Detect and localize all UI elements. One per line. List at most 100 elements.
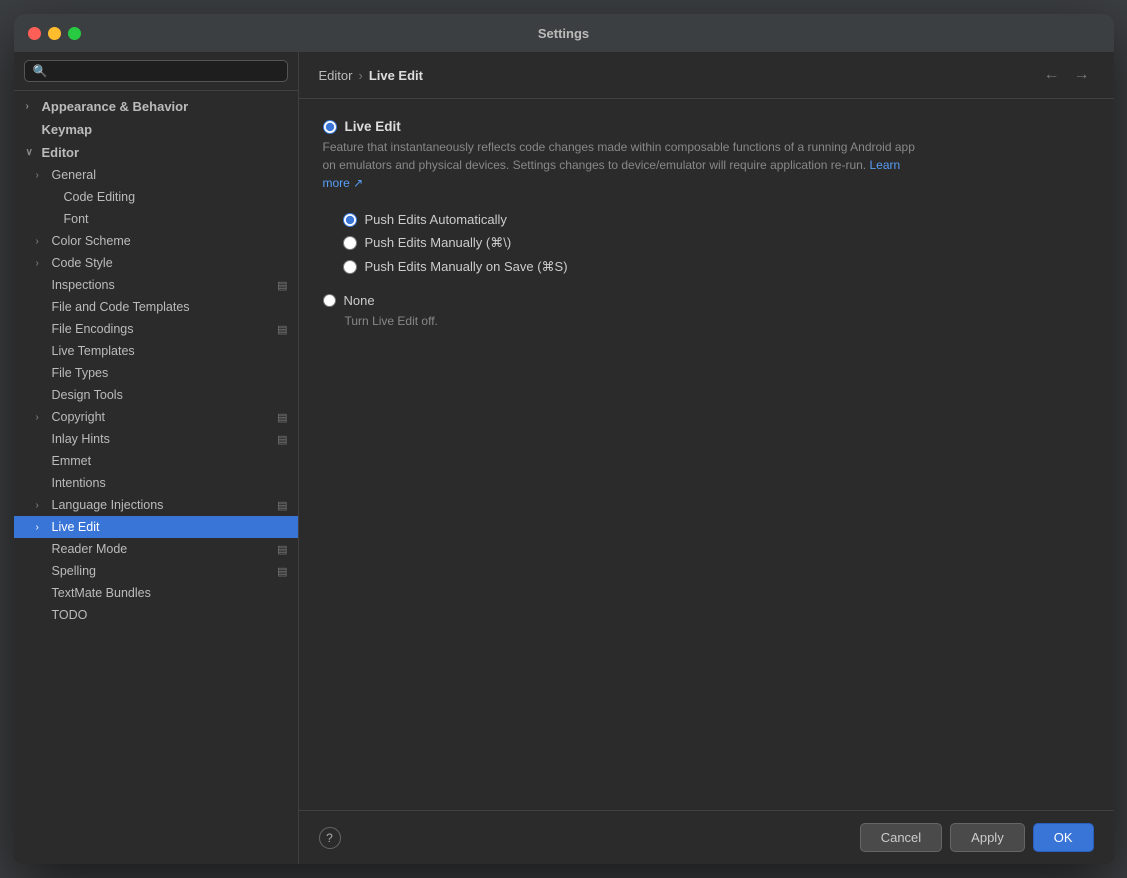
- sidebar-item-label: Inlay Hints: [52, 432, 110, 446]
- sidebar-item-color-scheme[interactable]: › Color Scheme: [14, 230, 298, 252]
- sidebar-item-label: Copyright: [52, 410, 106, 424]
- badge-icon: ▤: [277, 279, 287, 292]
- none-radio-row[interactable]: None: [323, 289, 1090, 312]
- sidebar-item-live-edit[interactable]: › Live Edit: [14, 516, 298, 538]
- sidebar-item-inlay-hints[interactable]: Inlay Hints ▤: [14, 428, 298, 450]
- sidebar-item-label: Font: [64, 212, 89, 226]
- nav-back-button[interactable]: ←: [1040, 64, 1064, 86]
- footer-buttons: Cancel Apply OK: [860, 823, 1094, 852]
- sidebar-item-todo[interactable]: TODO: [14, 604, 298, 626]
- chevron-icon: ›: [36, 500, 48, 511]
- sidebar-item-label: Inspections: [52, 278, 115, 292]
- sidebar-item-editor[interactable]: ∨ Editor: [14, 141, 298, 164]
- sidebar-item-label: Appearance & Behavior: [42, 99, 189, 114]
- sidebar-item-file-types[interactable]: File Types: [14, 362, 298, 384]
- sidebar-item-label: General: [52, 168, 96, 182]
- sidebar-item-label: Intentions: [52, 476, 106, 490]
- sidebar-item-label: Emmet: [52, 454, 92, 468]
- traffic-lights: [28, 27, 81, 40]
- sidebar-item-label: Color Scheme: [52, 234, 131, 248]
- search-input-wrap[interactable]: 🔍: [24, 60, 288, 82]
- badge-icon: ▤: [277, 433, 287, 446]
- chevron-icon: ›: [26, 101, 38, 112]
- sidebar-item-design-tools[interactable]: Design Tools: [14, 384, 298, 406]
- footer: ? Cancel Apply OK: [299, 810, 1114, 864]
- sidebar-item-label: Keymap: [42, 122, 93, 137]
- radio-option-push-auto[interactable]: Push Edits Automatically: [343, 208, 1090, 231]
- live-edit-main-radio-row[interactable]: Live Edit: [323, 119, 1090, 134]
- sidebar-item-font[interactable]: Font: [14, 208, 298, 230]
- cancel-button[interactable]: Cancel: [860, 823, 942, 852]
- ok-button[interactable]: OK: [1033, 823, 1094, 852]
- close-button[interactable]: [28, 27, 41, 40]
- sidebar-item-file-code-templates[interactable]: File and Code Templates: [14, 296, 298, 318]
- sidebar-item-copyright[interactable]: › Copyright ▤: [14, 406, 298, 428]
- nav-forward-button[interactable]: →: [1070, 64, 1094, 86]
- footer-left: ?: [319, 827, 341, 849]
- search-box: 🔍: [14, 52, 298, 91]
- sidebar-item-label: File Types: [52, 366, 109, 380]
- main-panel: Editor › Live Edit ← → Live Edit F: [299, 52, 1114, 864]
- search-input[interactable]: [52, 64, 278, 78]
- live-edit-title[interactable]: Live Edit: [345, 119, 401, 134]
- live-edit-description: Feature that instantaneously reflects co…: [323, 138, 923, 192]
- breadcrumb-parent: Editor: [319, 68, 353, 83]
- none-radio[interactable]: [323, 294, 336, 307]
- chevron-icon: ›: [36, 412, 48, 423]
- sidebar-item-appearance[interactable]: › Appearance & Behavior: [14, 95, 298, 118]
- sidebar-item-code-editing[interactable]: Code Editing: [14, 186, 298, 208]
- sidebar-item-keymap[interactable]: Keymap: [14, 118, 298, 141]
- push-options-group: Push Edits Automatically Push Edits Manu…: [323, 208, 1090, 279]
- sidebar-item-inspections[interactable]: Inspections ▤: [14, 274, 298, 296]
- sidebar-item-language-injections[interactable]: › Language Injections ▤: [14, 494, 298, 516]
- sidebar-item-live-templates[interactable]: Live Templates: [14, 340, 298, 362]
- sidebar-item-intentions[interactable]: Intentions: [14, 472, 298, 494]
- radio-option-push-manually[interactable]: Push Edits Manually (⌘\): [343, 231, 1090, 255]
- apply-button[interactable]: Apply: [950, 823, 1025, 852]
- help-button[interactable]: ?: [319, 827, 341, 849]
- settings-window: Settings 🔍 › Appearance & Behavior: [14, 14, 1114, 864]
- badge-icon: ▤: [277, 543, 287, 556]
- sidebar-item-label: Language Injections: [52, 498, 164, 512]
- chevron-icon: ›: [36, 170, 48, 181]
- none-section: None Turn Live Edit off.: [323, 289, 1090, 328]
- push-manually-radio[interactable]: [343, 236, 357, 250]
- chevron-down-icon: ∨: [26, 147, 38, 158]
- push-manually-label[interactable]: Push Edits Manually (⌘\): [365, 235, 512, 251]
- push-auto-radio[interactable]: [343, 213, 357, 227]
- sidebar-item-reader-mode[interactable]: Reader Mode ▤: [14, 538, 298, 560]
- sidebar-item-textmate-bundles[interactable]: TextMate Bundles: [14, 582, 298, 604]
- badge-icon: ▤: [277, 499, 287, 512]
- push-save-radio[interactable]: [343, 260, 357, 274]
- badge-icon: ▤: [277, 411, 287, 424]
- sidebar-item-general[interactable]: › General: [14, 164, 298, 186]
- breadcrumb-separator: ›: [358, 68, 362, 83]
- sidebar-item-label: File Encodings: [52, 322, 134, 336]
- chevron-icon: ›: [36, 522, 48, 533]
- window-title: Settings: [538, 26, 589, 41]
- breadcrumb-current: Live Edit: [369, 68, 423, 83]
- chevron-icon: ›: [36, 236, 48, 247]
- sidebar-item-label: TODO: [52, 608, 88, 622]
- sidebar-item-label: Code Style: [52, 256, 113, 270]
- sidebar-item-label: Code Editing: [64, 190, 136, 204]
- sidebar-item-label: Spelling: [52, 564, 96, 578]
- none-description: Turn Live Edit off.: [345, 314, 1090, 328]
- sidebar: 🔍 › Appearance & Behavior Keymap ∨: [14, 52, 299, 864]
- minimize-button[interactable]: [48, 27, 61, 40]
- sidebar-list: › Appearance & Behavior Keymap ∨ Editor …: [14, 91, 298, 864]
- none-label[interactable]: None: [344, 293, 375, 308]
- chevron-icon: ›: [36, 258, 48, 269]
- sidebar-item-file-encodings[interactable]: File Encodings ▤: [14, 318, 298, 340]
- live-edit-enabled-radio[interactable]: [323, 120, 337, 134]
- sidebar-item-emmet[interactable]: Emmet: [14, 450, 298, 472]
- sidebar-item-spelling[interactable]: Spelling ▤: [14, 560, 298, 582]
- settings-content: Live Edit Feature that instantaneously r…: [299, 99, 1114, 810]
- main-content-area: 🔍 › Appearance & Behavior Keymap ∨: [14, 52, 1114, 864]
- sidebar-item-label: Live Edit: [52, 520, 100, 534]
- maximize-button[interactable]: [68, 27, 81, 40]
- push-auto-label[interactable]: Push Edits Automatically: [365, 212, 507, 227]
- radio-option-push-save[interactable]: Push Edits Manually on Save (⌘S): [343, 255, 1090, 279]
- sidebar-item-code-style[interactable]: › Code Style: [14, 252, 298, 274]
- push-save-label[interactable]: Push Edits Manually on Save (⌘S): [365, 259, 568, 275]
